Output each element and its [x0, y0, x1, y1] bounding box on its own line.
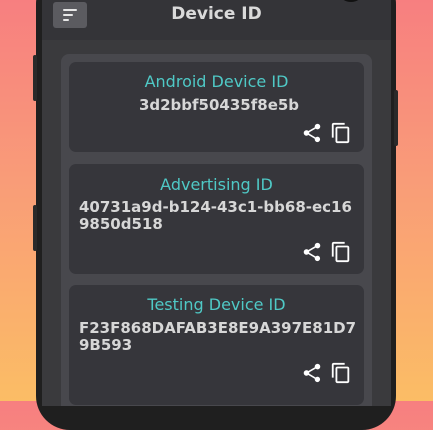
top-app-bar: Device ID [42, 0, 391, 40]
copy-icon[interactable] [330, 122, 352, 144]
card-label: Advertising ID [160, 175, 273, 194]
card-label: Android Device ID [144, 72, 289, 91]
share-icon[interactable] [301, 241, 323, 263]
front-camera [340, 0, 362, 2]
card-android-device-id: Android Device ID 3d2bbf50435f8e5b [69, 62, 364, 152]
id-list-panel: Android Device ID 3d2bbf50435f8e5b Adver… [61, 54, 372, 406]
share-icon[interactable] [301, 362, 323, 384]
card-value: 40731a9d-b124-43c1-bb68-ec169850d518 [79, 198, 352, 233]
copy-icon[interactable] [330, 241, 352, 263]
card-advertising-id: Advertising ID 40731a9d-b124-43c1-bb68-e… [69, 164, 364, 274]
card-value: 3d2bbf50435f8e5b [138, 96, 300, 114]
page-title: Device ID [171, 4, 262, 24]
phone-power-button [394, 90, 398, 146]
card-testing-device-id: Testing Device ID F23F868DAFAB3E8E9A397E… [69, 285, 364, 405]
phone-side-button [33, 55, 37, 101]
card-value: F23F868DAFAB3E8E9A397E81D79B593 [79, 319, 357, 354]
share-icon[interactable] [301, 122, 323, 144]
app-screen: Device ID Android Device ID 3d2bbf50435f… [42, 0, 391, 406]
copy-icon[interactable] [330, 362, 352, 384]
phone-side-button [33, 205, 37, 251]
card-label: Testing Device ID [147, 295, 286, 314]
